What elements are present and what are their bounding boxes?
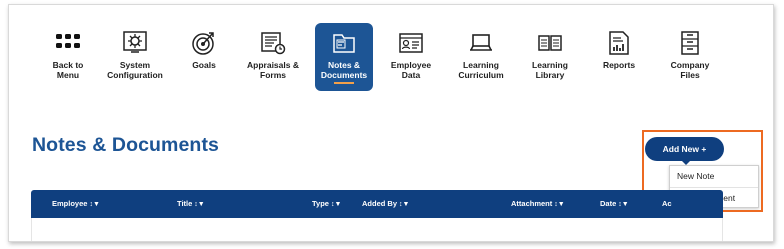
col-title[interactable]: Title ↕▼ — [177, 190, 205, 218]
nav-label: Company — [670, 60, 710, 70]
nav-label: Forms — [260, 70, 286, 80]
report-icon — [609, 31, 629, 55]
settings-icon — [123, 31, 147, 53]
nav-label: Employee — [390, 60, 432, 70]
nav-label: Learning — [463, 60, 499, 70]
nav-label: Documents — [320, 70, 368, 80]
nav-label: Data — [401, 70, 421, 80]
app-frame: Back to Menu System Configuration Goals — [8, 4, 774, 242]
col-actions[interactable]: Ac — [662, 190, 672, 218]
page-title: Notes & Documents — [32, 134, 219, 156]
nav-label: Curriculum — [458, 70, 504, 80]
col-attachment[interactable]: Attachment ↕▼ — [511, 190, 565, 218]
nav-label: Files — [680, 70, 700, 80]
col-added-by[interactable]: Added By ↕▼ — [362, 190, 409, 218]
nav-notes-documents[interactable]: Notes & Documents — [315, 23, 373, 91]
nav-system-configuration[interactable]: System Configuration — [106, 23, 164, 91]
col-label: Employee — [52, 199, 88, 208]
col-label: Ac — [662, 199, 672, 208]
sort-filter-icon[interactable]: ↕▼ — [89, 201, 99, 208]
col-type[interactable]: Type ↕▼ — [312, 190, 341, 218]
grid-icon — [56, 34, 80, 48]
target-icon — [192, 32, 214, 55]
folder-icon — [333, 34, 355, 53]
sort-filter-icon[interactable]: ↕▼ — [331, 201, 341, 208]
nav-back-to-menu[interactable]: Back to Menu — [39, 23, 97, 91]
active-indicator — [334, 82, 354, 84]
laptop-icon — [470, 34, 492, 51]
col-employee[interactable]: Employee ↕▼ — [52, 190, 100, 218]
nav-employee-data[interactable]: Employee Data — [382, 23, 440, 91]
table-header: Employee ↕▼ Title ↕▼ Type ↕▼ Added By ↕▼ Att… — [31, 190, 723, 218]
col-label: Added By — [362, 199, 398, 208]
col-label: Attachment — [511, 199, 553, 208]
nav-label: Back to — [52, 60, 84, 70]
nav-label: Library — [535, 70, 565, 80]
sort-filter-icon[interactable]: ↕▼ — [618, 201, 628, 208]
nav-learning-curriculum[interactable]: Learning Curriculum — [452, 23, 510, 91]
nav-label: Appraisals & — [247, 60, 299, 70]
nav-learning-library[interactable]: Learning Library — [521, 23, 579, 91]
nav-goals[interactable]: Goals — [175, 23, 233, 91]
col-label: Type — [312, 199, 329, 208]
nav-label: System — [119, 60, 151, 70]
sort-filter-icon[interactable]: ↕▼ — [194, 201, 204, 208]
table-body — [31, 218, 723, 241]
nav-label: Learning — [532, 60, 568, 70]
id-card-icon — [399, 33, 423, 53]
nav-label: Configuration — [107, 70, 163, 80]
sort-filter-icon[interactable]: ↕▼ — [554, 201, 564, 208]
col-label: Title — [177, 199, 193, 208]
appraisal-icon — [261, 32, 286, 55]
nav-company-files[interactable]: Company Files — [661, 23, 719, 91]
sort-filter-icon[interactable]: ↕▼ — [399, 201, 409, 208]
nav-label: Goals — [192, 60, 216, 70]
nav-label: Menu — [56, 70, 80, 80]
cabinet-icon — [681, 31, 699, 55]
nav-appraisals-forms[interactable]: Appraisals & Forms — [244, 23, 302, 91]
nav-label: Notes & — [327, 60, 361, 70]
book-icon — [538, 35, 562, 51]
nav-reports[interactable]: Reports — [590, 23, 648, 91]
col-date[interactable]: Date ↕▼ — [600, 190, 629, 218]
top-nav: Back to Menu System Configuration Goals — [9, 5, 773, 101]
col-label: Date — [600, 199, 617, 208]
nav-label: Reports — [602, 60, 636, 70]
